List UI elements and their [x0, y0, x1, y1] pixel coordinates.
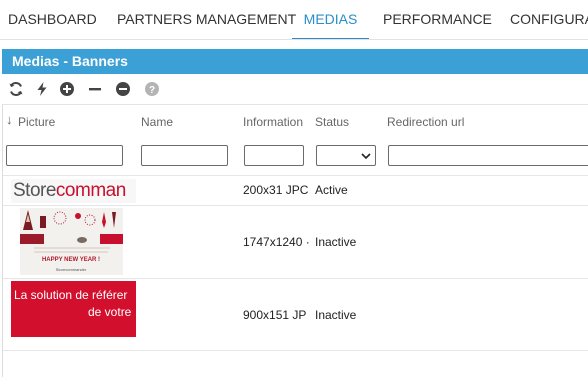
- table-row[interactable]: Storecomman 200x31 JPC Active: [3, 175, 588, 205]
- column-header-redirection-url[interactable]: Redirection url: [387, 115, 464, 129]
- grid-toolbar: ?: [2, 76, 588, 102]
- banner-thumbnail-text: Storecomman: [13, 180, 126, 201]
- column-header-picture[interactable]: Picture: [18, 115, 55, 129]
- column-header-name[interactable]: Name: [141, 115, 173, 129]
- tab-medias[interactable]: MEDIAS: [292, 0, 369, 39]
- filter-status-select[interactable]: [316, 145, 376, 166]
- table-row[interactable]: HAPPY NEW YEAR ! Storecommander 1747x124…: [3, 205, 588, 278]
- cell-status: Inactive: [315, 308, 357, 322]
- refresh-icon[interactable]: [8, 81, 24, 97]
- banner-thumbnail: La solution de référer de votre: [11, 281, 136, 337]
- filter-redirection-url-input[interactable]: [388, 145, 588, 166]
- cell-information: 1747x1240 ·: [243, 235, 310, 249]
- sort-arrow-icon[interactable]: ↓: [6, 112, 13, 127]
- tab-dashboard[interactable]: DASHBOARD: [8, 0, 97, 39]
- cell-status: Inactive: [315, 235, 357, 249]
- cell-status: Active: [315, 183, 348, 197]
- filter-picture-input[interactable]: [6, 145, 123, 166]
- banners-grid: ↓ Picture Name Information Status Redire…: [2, 104, 588, 377]
- table-row[interactable]: La solution de référer de votre 900x151 …: [3, 278, 588, 351]
- svg-text:HAPPY NEW YEAR !: HAPPY NEW YEAR !: [42, 257, 100, 263]
- column-header-status[interactable]: Status: [315, 115, 349, 129]
- lightning-icon[interactable]: [34, 81, 50, 97]
- cell-information: 900x151 JP: [243, 308, 307, 322]
- banner-thumbnail-text: La solution de référer: [14, 288, 128, 302]
- banner-thumbnail: Storecomman: [11, 179, 136, 203]
- minus-icon[interactable]: [87, 81, 103, 97]
- filter-name-input[interactable]: [141, 145, 228, 166]
- panel-title: Medias - Banners: [2, 49, 588, 74]
- tab-performance[interactable]: PERFORMANCE: [383, 0, 492, 39]
- svg-text:Storecommander: Storecommander: [56, 267, 87, 272]
- top-navigation: DASHBOARD PARTNERS MANAGEMENT MEDIAS PER…: [0, 0, 588, 40]
- column-header-information[interactable]: Information: [243, 115, 303, 129]
- remove-circle-icon[interactable]: [115, 81, 131, 97]
- banner-thumbnail-text: de votre: [88, 305, 132, 319]
- tab-configuration[interactable]: CONFIGURATI: [510, 0, 588, 39]
- new-year-illustration: HAPPY NEW YEAR ! Storecommander: [20, 210, 123, 272]
- tab-partners-management[interactable]: PARTNERS MANAGEMENT: [117, 0, 296, 39]
- svg-text:?: ?: [149, 85, 155, 96]
- add-circle-icon[interactable]: [59, 81, 75, 97]
- chevron-down-icon: [361, 153, 371, 160]
- cell-information: 200x31 JPC: [243, 183, 309, 197]
- banner-thumbnail: HAPPY NEW YEAR ! Storecommander: [20, 208, 123, 275]
- filter-information-input[interactable]: [244, 145, 304, 166]
- help-icon[interactable]: ?: [144, 81, 160, 97]
